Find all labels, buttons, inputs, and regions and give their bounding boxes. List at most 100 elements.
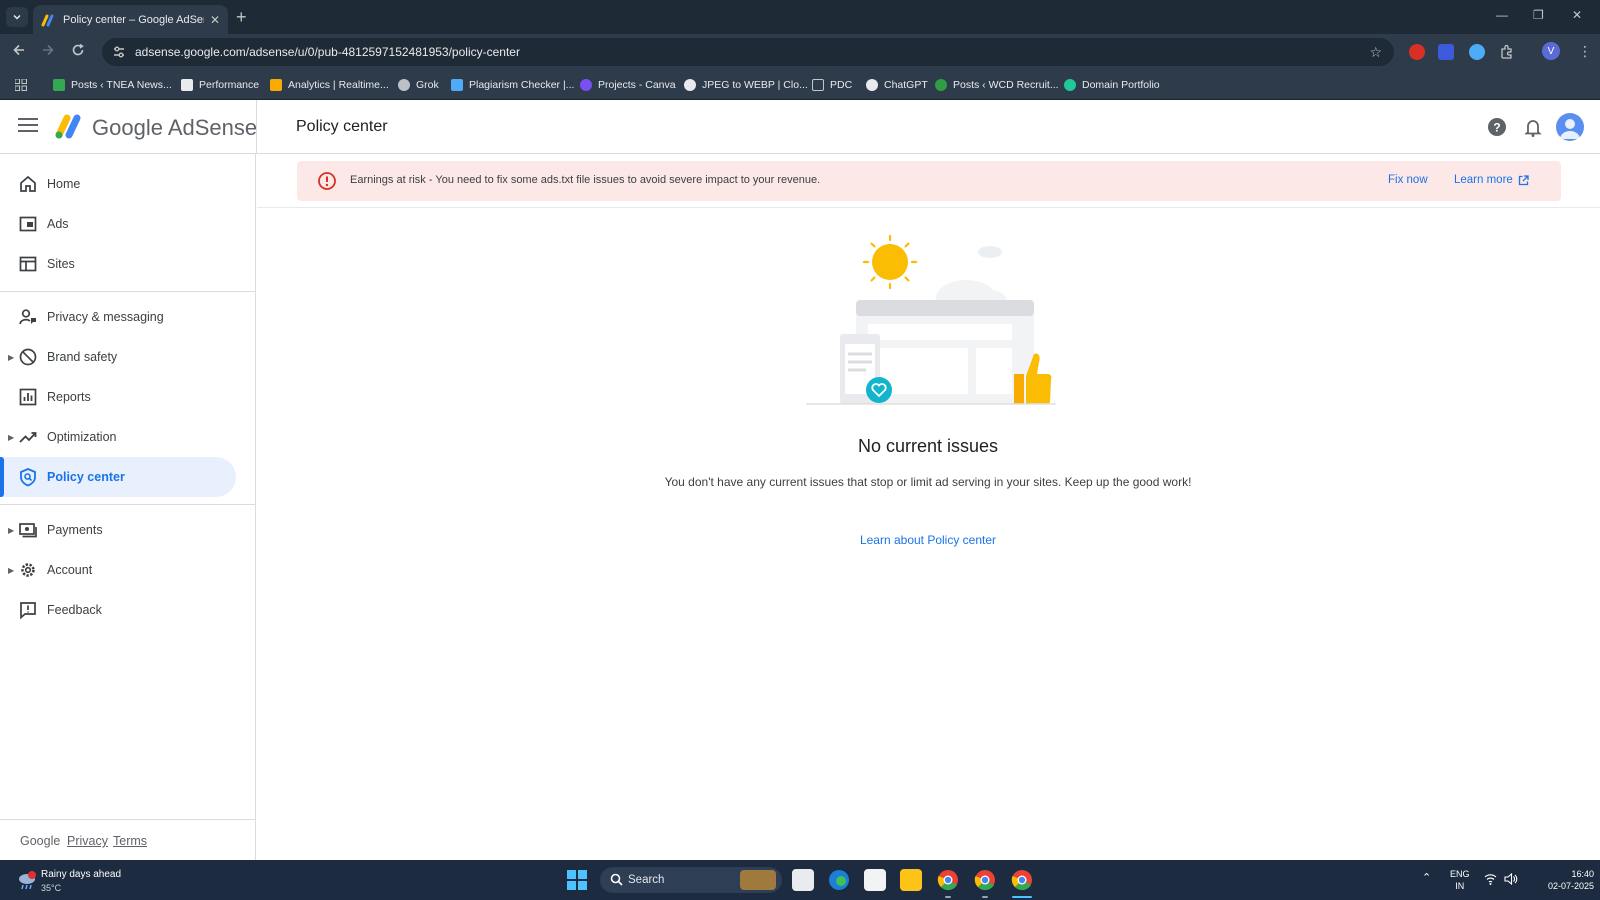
app-header: Google AdSense Policy center ? <box>0 100 1600 154</box>
sidebar-item-label: Optimization <box>47 430 117 444</box>
expand-caret-icon[interactable]: ▶ <box>8 353 14 362</box>
language-line2: IN <box>1455 881 1465 891</box>
language-indicator[interactable]: ENG IN <box>1450 868 1470 892</box>
optimization-icon <box>19 432 37 443</box>
volume-icon[interactable] <box>1504 873 1518 885</box>
bookmark-item[interactable]: Posts ‹ WCD Recruit... <box>935 77 1059 93</box>
account-avatar[interactable] <box>1556 113 1584 141</box>
browser-tab-active[interactable]: Policy center – Google AdSense ✕ <box>33 5 228 34</box>
bookmark-item[interactable]: Posts ‹ TNEA News... <box>53 77 172 93</box>
microsoft-store-icon[interactable] <box>864 869 886 891</box>
ads-icon <box>19 216 37 232</box>
extension-blue-icon[interactable] <box>1469 44 1485 60</box>
bookmark-item[interactable]: Grok <box>398 77 439 93</box>
sidebar-item-optimization[interactable]: ▶ Optimization <box>0 417 236 457</box>
extension-red-icon[interactable] <box>1409 44 1425 60</box>
tab-close-icon[interactable]: ✕ <box>210 13 220 27</box>
profile-avatar[interactable]: V <box>1542 42 1560 60</box>
sidebar-item-privacy-messaging[interactable]: Privacy & messaging <box>0 297 236 337</box>
url-text: adsense.google.com/adsense/u/0/pub-48125… <box>135 45 520 59</box>
bookmark-label: Domain Portfolio <box>1082 79 1160 91</box>
sidebar-item-ads[interactable]: Ads <box>0 204 236 244</box>
bookmark-item[interactable]: JPEG to WEBP | Clo... <box>684 77 808 93</box>
footer-privacy-link[interactable]: Privacy <box>67 834 108 848</box>
profile-initial: V <box>1547 45 1555 57</box>
browser-menu-icon[interactable]: ⋮ <box>1578 43 1592 60</box>
bookmark-label: JPEG to WEBP | Clo... <box>702 79 808 91</box>
sidebar-item-payments[interactable]: ▶ Payments <box>0 510 236 550</box>
sidebar-item-label: Policy center <box>47 470 125 484</box>
extension-search-icon[interactable] <box>1438 44 1454 60</box>
bookmark-item[interactable]: Projects - Canva <box>580 77 676 93</box>
task-view-icon[interactable] <box>792 869 814 891</box>
brand-name: Google AdSense <box>92 115 258 140</box>
sidebar-item-label: Privacy & messaging <box>47 310 164 324</box>
analytics-icon <box>270 79 282 91</box>
running-indicator <box>982 896 988 898</box>
wifi-icon[interactable] <box>1484 873 1497 885</box>
weather-widget[interactable]: Rainy days ahead 35°C <box>16 866 176 896</box>
close-window-icon[interactable]: ✕ <box>1572 8 1582 22</box>
bookmark-item[interactable]: Performance <box>181 77 259 93</box>
main-menu-icon[interactable] <box>18 118 38 134</box>
minimize-icon[interactable]: — <box>1496 8 1508 22</box>
sidebar-item-account[interactable]: ▶ Account <box>0 550 236 590</box>
site-settings-icon[interactable] <box>112 45 126 59</box>
extensions-puzzle-icon[interactable] <box>1499 44 1515 60</box>
help-icon[interactable]: ? <box>1486 116 1508 138</box>
edge-browser-icon[interactable] <box>828 869 850 891</box>
bookmark-label: Analytics | Realtime... <box>288 79 389 91</box>
bookmark-label: Posts ‹ TNEA News... <box>71 79 172 91</box>
footer-terms-link[interactable]: Terms <box>113 834 147 848</box>
chrome-profile-icon[interactable] <box>974 869 996 891</box>
learn-about-policy-center-label[interactable]: Learn about Policy center <box>860 533 996 547</box>
clock-date: 02-07-2025 <box>1547 881 1594 891</box>
reload-icon[interactable] <box>71 43 85 57</box>
bookmark-item[interactable]: Domain Portfolio <box>1064 77 1160 93</box>
show-hidden-icons-chevron-icon[interactable]: ⌃ <box>1422 872 1431 884</box>
bookmark-label: Grok <box>416 79 439 91</box>
learn-more-label: Learn more <box>1454 174 1513 186</box>
adsense-logo-icon <box>55 114 81 139</box>
expand-caret-icon[interactable]: ▶ <box>8 433 14 442</box>
bookmarks-bar: Posts ‹ TNEA News... Performance Analyti… <box>0 70 1600 100</box>
no-issues-illustration <box>806 234 1056 405</box>
expand-caret-icon[interactable]: ▶ <box>8 566 14 575</box>
bookmark-folder[interactable]: PDC <box>812 77 852 93</box>
chrome-active-icon[interactable] <box>1011 869 1033 891</box>
forward-icon[interactable] <box>41 43 55 57</box>
file-explorer-icon[interactable] <box>900 869 922 891</box>
nav-divider <box>0 504 256 505</box>
bookmark-item[interactable]: ChatGPT <box>866 77 928 93</box>
apps-grid-icon[interactable] <box>15 79 27 91</box>
empty-state-title: No current issues <box>857 436 999 456</box>
notifications-bell-icon[interactable] <box>1522 116 1544 138</box>
sidebar-item-reports[interactable]: Reports <box>0 377 236 417</box>
adsense-favicon-icon <box>41 14 54 26</box>
sidebar-item-label: Account <box>47 563 93 577</box>
weather-title: Rainy days ahead <box>41 869 122 880</box>
tab-search-button[interactable] <box>6 7 28 27</box>
learn-about-policy-center-link[interactable]: Learn about Policy center <box>557 533 1299 547</box>
bookmark-item[interactable]: Plagiarism Checker |... <box>451 77 574 93</box>
address-bar[interactable]: adsense.google.com/adsense/u/0/pub-48125… <box>102 38 1394 66</box>
system-clock[interactable]: 16:40 02-07-2025 <box>1530 868 1594 892</box>
restore-icon[interactable]: ❐ <box>1533 8 1544 22</box>
fix-now-link[interactable]: Fix now <box>1388 174 1428 186</box>
windows-start-icon[interactable] <box>567 870 587 890</box>
learn-more-link[interactable]: Learn more <box>1454 174 1529 186</box>
bookmark-star-icon[interactable]: ☆ <box>1369 44 1382 61</box>
back-icon[interactable] <box>12 43 26 57</box>
expand-caret-icon[interactable]: ▶ <box>8 526 14 535</box>
sidebar-item-brand-safety[interactable]: ▶ Brand safety <box>0 337 236 377</box>
sidebar-item-home[interactable]: Home <box>0 164 236 204</box>
bookmark-item[interactable]: Analytics | Realtime... <box>270 77 389 93</box>
chrome-icon[interactable] <box>937 869 959 891</box>
sidebar-item-sites[interactable]: Sites <box>0 244 236 284</box>
sidebar-item-feedback[interactable]: Feedback <box>0 590 236 630</box>
new-tab-button[interactable]: + <box>236 6 247 28</box>
bookmark-favicon-icon <box>53 79 65 91</box>
taskbar-search-box[interactable]: Search <box>600 867 782 893</box>
search-icon <box>610 873 623 886</box>
sidebar-item-policy-center[interactable]: Policy center <box>0 457 236 497</box>
